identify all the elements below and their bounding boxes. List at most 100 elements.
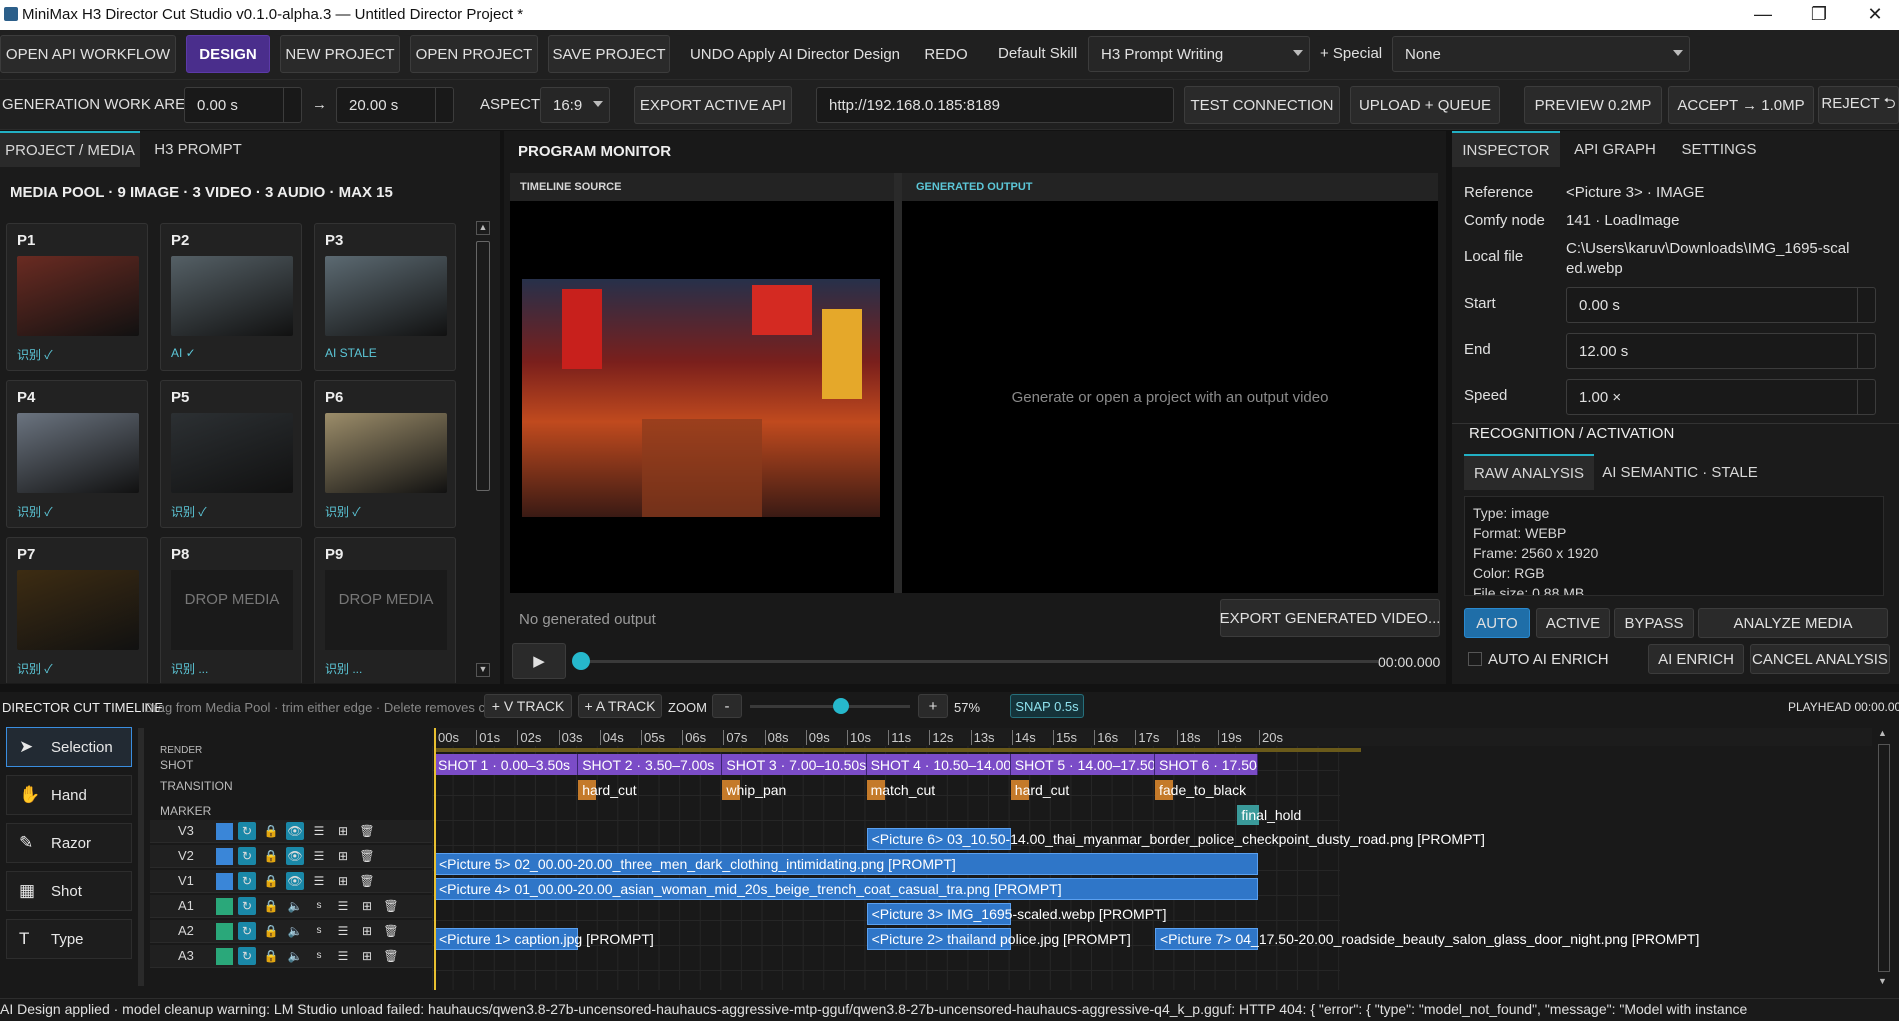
mixer-icon[interactable]: ☰ <box>310 847 328 865</box>
add-icon[interactable]: ⊞ <box>358 922 376 940</box>
upload-queue-button[interactable]: UPLOAD + QUEUE <box>1350 86 1500 124</box>
scroll-thumb[interactable] <box>476 241 490 491</box>
media-card[interactable]: P2 AI ✓ <box>160 223 302 371</box>
export-generated-video-button[interactable]: EXPORT GENERATED VIDEO... <box>1220 599 1440 637</box>
start-input[interactable]: 0.00 s <box>1566 287 1876 323</box>
preview-button[interactable]: PREVIEW 0.2MP <box>1524 86 1662 124</box>
lock-icon[interactable]: 🔒 <box>262 947 280 965</box>
tool-razor[interactable]: ✎ Razor <box>6 823 132 863</box>
drop-media-zone[interactable]: DROP MEDIA <box>171 570 293 650</box>
playback-scrubber[interactable] <box>578 660 1378 663</box>
server-url-input[interactable]: http://192.168.0.185:8189 <box>816 87 1174 123</box>
zoom-out-button[interactable]: - <box>712 694 742 718</box>
add-video-track-button[interactable]: + V TRACK <box>484 694 572 718</box>
timeline-clip[interactable]: <Picture 2> thailand police.jpg [PROMPT] <box>866 928 1131 950</box>
mute-icon[interactable]: 🔈 <box>286 922 304 940</box>
tab-project-media[interactable]: PROJECT / MEDIA <box>0 131 140 167</box>
timeline-scrollbar[interactable]: ▲ ▼ <box>1874 728 1894 990</box>
sync-icon[interactable]: ↻ <box>238 947 256 965</box>
track-color-swatch[interactable] <box>216 923 233 940</box>
tool-palette-scrollbar[interactable] <box>138 728 144 986</box>
tool-type[interactable]: T Type <box>6 919 132 959</box>
solo-icon[interactable]: s <box>310 922 328 940</box>
cancel-analysis-button[interactable]: CANCEL ANALYSIS <box>1750 644 1890 674</box>
add-audio-track-button[interactable]: + A TRACK <box>578 694 662 718</box>
sync-icon[interactable]: ↻ <box>238 922 256 940</box>
scrubber-handle[interactable] <box>572 652 590 670</box>
add-icon[interactable]: ⊞ <box>358 947 376 965</box>
timeline-clip[interactable]: <Picture 6> 03_10.50-14.00_thai_myanmar_… <box>866 828 1485 850</box>
media-card[interactable]: P9 DROP MEDIA 识别 ... <box>314 537 456 683</box>
timeline-clip[interactable]: <Picture 1> caption.jpg [PROMPT] <box>434 928 654 950</box>
visibility-icon[interactable]: 👁 <box>286 847 304 865</box>
shot-block[interactable]: SHOT 4 · 10.50–14.00s <box>866 754 1011 775</box>
mixer-icon[interactable]: ☰ <box>334 922 352 940</box>
scroll-up-icon[interactable]: ▲ <box>476 221 490 235</box>
visibility-icon[interactable]: 👁 <box>286 872 304 890</box>
media-card[interactable]: P7 识别 ✓ <box>6 537 148 683</box>
close-icon[interactable]: ✕ <box>1852 0 1898 30</box>
tool-shot[interactable]: ▦ Shot <box>6 871 132 911</box>
scroll-up-icon[interactable]: ▲ <box>1878 728 1890 740</box>
timeline-clip[interactable]: <Picture 7> 04_17.50-20.00_roadside_beau… <box>1155 928 1699 950</box>
tab-raw-analysis[interactable]: RAW ANALYSIS <box>1464 454 1594 490</box>
work-area-start-input[interactable]: 0.00 s <box>184 87 302 123</box>
shot-block[interactable]: SHOT 1 · 0.00–3.50s <box>434 754 579 775</box>
mixer-icon[interactable]: ☰ <box>334 947 352 965</box>
tab-api-graph[interactable]: API GRAPH <box>1560 131 1670 167</box>
shot-block[interactable]: SHOT 2 · 3.50–7.00s <box>578 754 723 775</box>
add-icon[interactable]: ⊞ <box>358 897 376 915</box>
ai-enrich-button[interactable]: AI ENRICH <box>1648 644 1744 674</box>
solo-icon[interactable]: s <box>310 947 328 965</box>
drop-media-zone[interactable]: DROP MEDIA <box>325 570 447 650</box>
design-button[interactable]: DESIGN <box>186 35 270 73</box>
undo-button[interactable]: UNDO Apply AI Director Design <box>678 35 912 73</box>
track-header[interactable]: V3 ↻ 🔒 👁 ☰ ⊞ 🗑 <box>150 820 432 843</box>
track-header[interactable]: A1 ↻ 🔒 🔈 s ☰ ⊞ 🗑 <box>150 895 432 918</box>
tab-h3-prompt[interactable]: H3 PROMPT <box>140 131 256 167</box>
maximize-icon[interactable]: ❐ <box>1796 0 1842 30</box>
marker[interactable]: final_hold <box>1237 805 1357 825</box>
delete-icon[interactable]: 🗑 <box>382 947 400 965</box>
sync-icon[interactable]: ↻ <box>238 822 256 840</box>
delete-icon[interactable]: 🗑 <box>382 897 400 915</box>
delete-icon[interactable]: 🗑 <box>358 822 376 840</box>
save-project-button[interactable]: SAVE PROJECT <box>548 35 670 73</box>
delete-icon[interactable]: 🗑 <box>358 872 376 890</box>
auto-ai-enrich-checkbox[interactable] <box>1468 652 1482 666</box>
scroll-down-icon[interactable]: ▼ <box>1878 976 1890 988</box>
track-header[interactable]: V2 ↻ 🔒 👁 ☰ ⊞ 🗑 <box>150 845 432 868</box>
snap-button[interactable]: SNAP 0.5s <box>1010 694 1084 718</box>
zoom-in-button[interactable]: + <box>918 694 948 718</box>
media-card[interactable]: P8 DROP MEDIA 识别 ... <box>160 537 302 683</box>
spinner[interactable] <box>1857 334 1875 368</box>
timeline-lanes[interactable]: 00s 01s 02s 03s 04s 05s 06s 07s 08s 09s 10s 11s 12s 1… <box>432 728 1872 990</box>
zoom-slider[interactable] <box>750 698 910 714</box>
delete-icon[interactable]: 🗑 <box>358 847 376 865</box>
track-color-swatch[interactable] <box>216 948 233 965</box>
timeline-clip[interactable]: <Picture 4> 01_00.00-20.00_asian_woman_m… <box>434 878 1258 900</box>
spinner[interactable] <box>1857 380 1875 414</box>
lock-icon[interactable]: 🔒 <box>262 897 280 915</box>
shot-block[interactable]: SHOT 5 · 14.00–17.50s <box>1010 754 1155 775</box>
zoom-slider-handle[interactable] <box>833 698 850 714</box>
tool-hand[interactable]: ✋ Hand <box>6 775 132 815</box>
tab-settings[interactable]: SETTINGS <box>1670 131 1768 167</box>
mixer-icon[interactable]: ☰ <box>310 872 328 890</box>
add-icon[interactable]: ⊞ <box>334 822 352 840</box>
open-api-workflow-button[interactable]: OPEN API WORKFLOW <box>0 35 176 73</box>
track-color-swatch[interactable] <box>216 898 233 915</box>
end-input[interactable]: 12.00 s <box>1566 333 1876 369</box>
lock-icon[interactable]: 🔒 <box>262 847 280 865</box>
sync-icon[interactable]: ↻ <box>238 872 256 890</box>
spinner[interactable] <box>435 88 453 122</box>
special-select[interactable]: None <box>1392 36 1690 72</box>
track-header[interactable]: V1 ↻ 🔒 👁 ☰ ⊞ 🗑 <box>150 870 432 893</box>
monitor-divider[interactable] <box>894 173 902 593</box>
bypass-mode-button[interactable]: BYPASS <box>1614 608 1694 638</box>
shot-block[interactable]: SHOT 3 · 7.00–10.50s <box>722 754 867 775</box>
work-area-end-input[interactable]: 20.00 s <box>336 87 454 123</box>
spinner[interactable] <box>283 88 301 122</box>
timeline-clip[interactable]: <Picture 3> IMG_1695-scaled.webp [PROMPT… <box>866 903 1167 925</box>
analyze-media-button[interactable]: ANALYZE MEDIA <box>1698 608 1888 638</box>
